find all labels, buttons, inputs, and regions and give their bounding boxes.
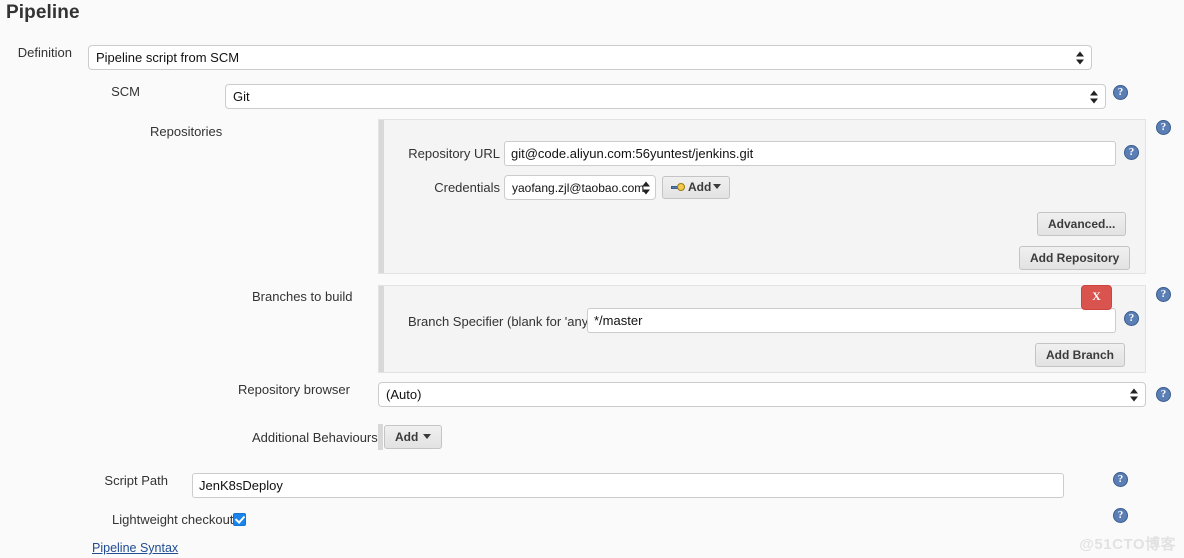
lightweight-checkout-help-icon[interactable]: ? [1113,508,1128,523]
watermark: @51CTO博客 [1079,536,1176,553]
branch-specifier-value: */master [594,313,643,328]
scm-label: SCM [111,84,140,99]
repository-browser-help-icon[interactable]: ? [1156,387,1171,402]
script-path-row: Script Path JenK8sDeploy [0,473,1064,498]
repository-url-label: Repository URL [408,146,500,161]
repository-browser-row: Repository browser (Auto) [0,382,1146,407]
lightweight-checkout-checkbox[interactable] [233,513,246,526]
definition-select-value: Pipeline script from SCM [96,50,240,65]
branch-specifier-input[interactable]: */master [587,308,1116,333]
repository-url-value: git@code.aliyun.com:56yuntest/jenkins.gi… [511,146,754,161]
chevron-updown-icon [1090,89,1099,104]
key-icon [671,183,685,192]
chevron-down-icon [713,184,722,189]
script-path-input[interactable]: JenK8sDeploy [192,473,1064,498]
repositories-panel: Repository URL git@code.aliyun.com:56yun… [378,119,1146,274]
script-path-value: JenK8sDeploy [199,478,283,493]
credentials-select-value: yaofang.zjl@taobao.com [512,181,645,195]
chevron-updown-icon [642,180,651,195]
add-repository-button[interactable]: Add Repository [1019,246,1131,270]
pipeline-syntax-link[interactable]: Pipeline Syntax [92,541,178,555]
repository-url-help-icon[interactable]: ? [1124,145,1139,160]
chevron-down-icon [423,434,432,439]
script-path-help-icon[interactable]: ? [1113,472,1128,487]
definition-label: Definition [17,45,72,60]
scm-row: SCM Git [0,84,1106,109]
lightweight-checkout-label: Lightweight checkout [112,512,234,527]
repository-browser-select[interactable]: (Auto) [378,382,1146,407]
add-credentials-label: Add [688,180,712,194]
chevron-updown-icon [1076,50,1085,65]
repositories-label: Repositories [150,124,223,139]
branch-specifier-label: Branch Specifier (blank for 'any') [408,314,596,329]
additional-behaviours-label: Additional Behaviours [252,430,378,445]
branch-specifier-help-icon[interactable]: ? [1124,311,1139,326]
scm-select-value: Git [233,89,250,104]
definition-select[interactable]: Pipeline script from SCM [88,45,1092,70]
page-title: Pipeline [6,2,80,23]
add-credentials-button[interactable]: Add [662,176,731,199]
scm-help-icon[interactable]: ? [1113,85,1128,100]
credentials-select[interactable]: yaofang.zjl@taobao.com [504,175,656,200]
credentials-label: Credentials [434,180,500,195]
chevron-updown-icon [1130,387,1139,402]
delete-branch-button[interactable]: X [1081,285,1112,310]
add-branch-button[interactable]: Add Branch [1035,343,1126,367]
script-path-label: Script Path [104,473,168,488]
definition-row: Definition Pipeline script from SCM [0,45,1092,70]
panel-accent-bar [379,120,384,273]
advanced-button[interactable]: Advanced... [1037,212,1127,236]
repository-browser-value: (Auto) [386,387,422,402]
panel-accent-bar [379,286,384,372]
branches-panel: Branch Specifier (blank for 'any') */mas… [378,285,1146,373]
repository-url-input[interactable]: git@code.aliyun.com:56yuntest/jenkins.gi… [504,141,1116,166]
additional-behaviours-accent-bar [378,424,383,450]
repository-browser-label: Repository browser [238,382,350,397]
repositories-help-icon[interactable]: ? [1156,120,1171,135]
scm-select[interactable]: Git [225,84,1106,109]
branches-help-icon[interactable]: ? [1156,287,1171,302]
additional-behaviours-add-button[interactable]: Add [384,425,443,449]
additional-behaviours-add-label: Add [395,430,419,444]
